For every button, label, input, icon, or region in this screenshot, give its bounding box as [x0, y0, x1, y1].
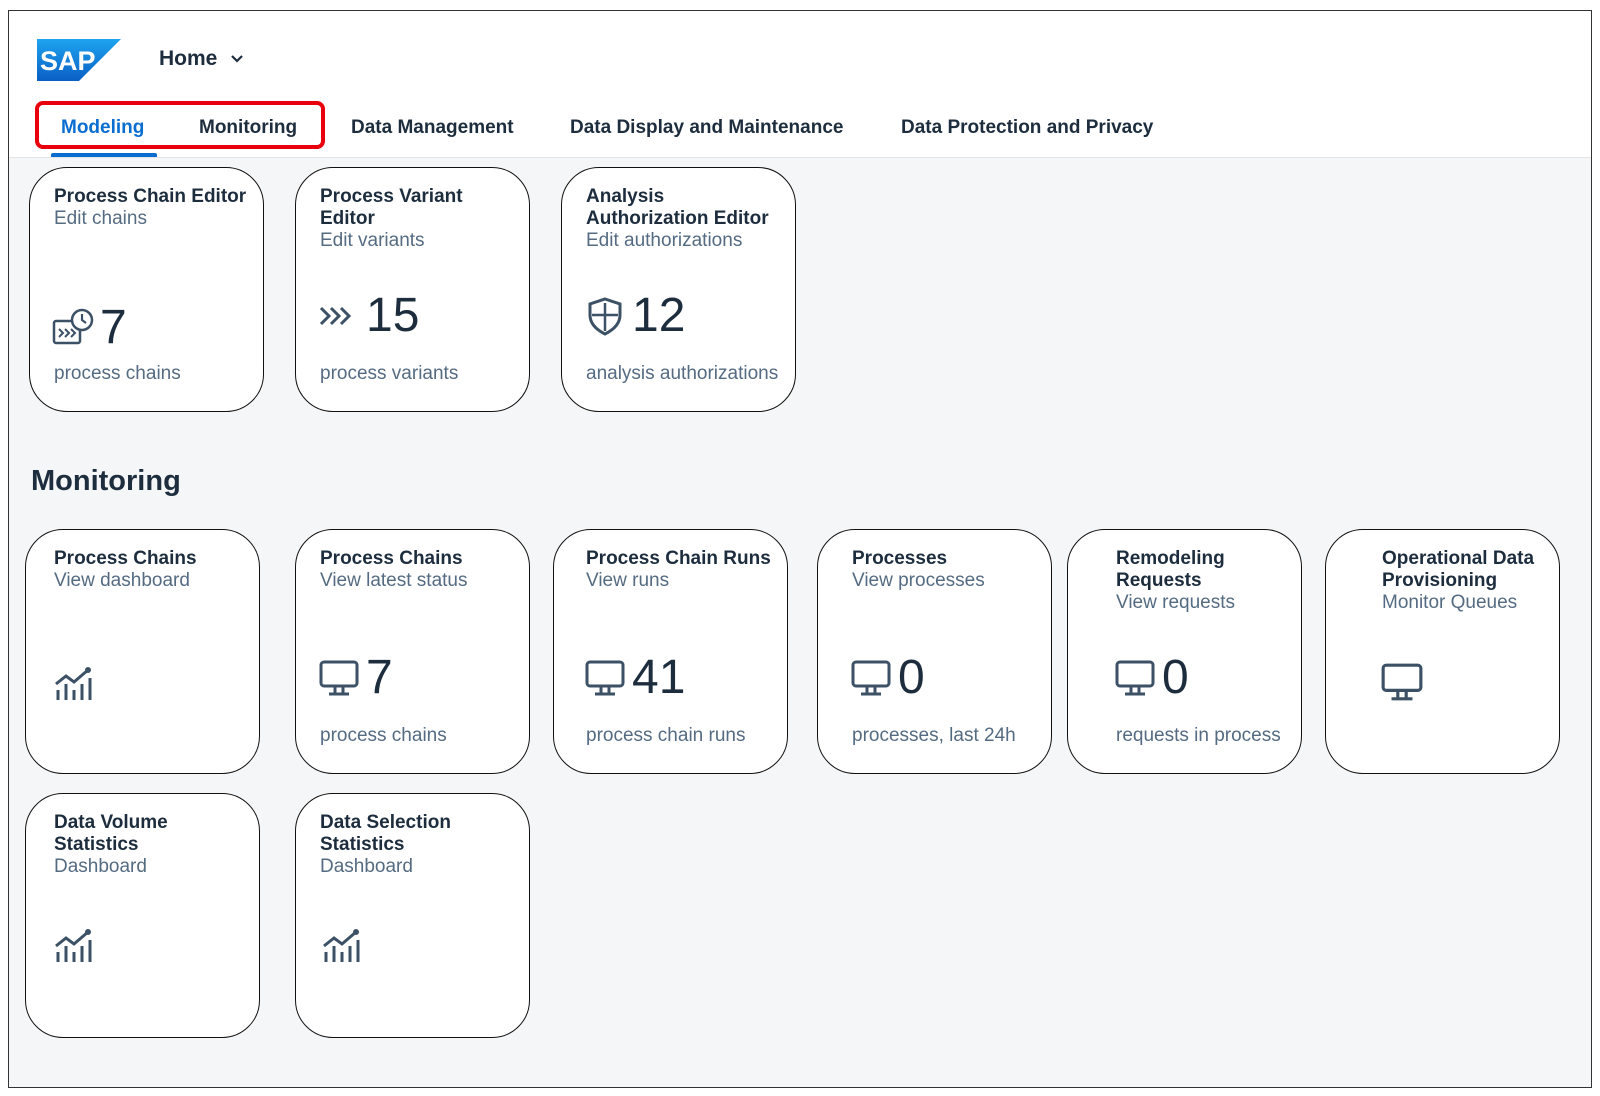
monitor-icon: [319, 660, 359, 696]
monitor-icon: [851, 660, 891, 696]
tile-subtitle: View dashboard: [54, 570, 190, 591]
tab-data-protection-privacy[interactable]: Data Protection and Privacy: [901, 117, 1153, 139]
tile-title: Operational Data Provisioning Monitor Qu…: [1382, 548, 1549, 614]
section-title-monitoring: Monitoring: [31, 465, 181, 497]
tile-subtitle: Edit variants: [320, 230, 425, 251]
tile-footer: process variants: [320, 363, 459, 384]
tile-kpi-value: 0: [898, 651, 925, 704]
tile-icon: [1380, 660, 1424, 709]
home-menu[interactable]: Home: [159, 47, 245, 71]
page-content: Process Chain Editor Edit chains 7 proce…: [9, 157, 1591, 1038]
tile-footer: process chain runs: [586, 725, 746, 746]
tile-icon: [52, 664, 96, 713]
tile-kpi: 7: [52, 304, 127, 352]
tab-data-display-maintenance[interactable]: Data Display and Maintenance: [570, 117, 843, 139]
tile-subtitle: Monitor Queues: [1382, 592, 1518, 613]
tile-kpi-value: 7: [366, 651, 393, 704]
tile-process-chains-status[interactable]: Process Chains View latest status 7 proc…: [295, 529, 530, 774]
tile-icon: [52, 926, 96, 975]
tile-title: Process Chain Runs View runs: [586, 548, 777, 592]
tile-data-volume-statistics[interactable]: Data Volume Statistics Dashboard: [25, 793, 260, 1038]
tile-subtitle: Dashboard: [54, 856, 147, 877]
trend-chart-icon: [323, 929, 360, 962]
process-chain-icon: [52, 308, 94, 345]
trend-chart-icon: [55, 929, 92, 962]
tile-process-variant-editor[interactable]: Process Variant Editor Edit variants 15 …: [295, 167, 530, 412]
tile-title: Process Chain Editor Edit chains: [54, 186, 253, 230]
tile-subtitle: Dashboard: [320, 856, 413, 877]
app-frame: SAP Home Modeling Monitoring Data Manage…: [8, 10, 1592, 1088]
svg-text:SAP: SAP: [40, 46, 96, 76]
tile-title: Process Chains View latest status: [320, 548, 519, 592]
tile-subtitle: View runs: [586, 570, 670, 591]
forward-arrows-icon: [319, 306, 352, 326]
tile-title: Process Chains View dashboard: [54, 548, 249, 592]
tile-footer: process chains: [320, 725, 447, 746]
tile-kpi-value: 15: [366, 289, 420, 342]
tile-title: Analysis Authorization Editor Edit autho…: [586, 186, 785, 252]
tile-subtitle: Edit chains: [54, 208, 147, 229]
shell-bar: SAP Home Modeling Monitoring Data Manage…: [9, 11, 1591, 158]
tile-process-chain-editor[interactable]: Process Chain Editor Edit chains 7 proce…: [29, 167, 264, 412]
chevron-down-icon: [231, 55, 244, 63]
tile-kpi: 15: [318, 292, 419, 340]
shield-icon: [588, 297, 622, 336]
tile-processes[interactable]: Processes View processes 0 processes, la…: [817, 529, 1052, 774]
tile-process-chain-runs[interactable]: Process Chain Runs View runs 41 process …: [553, 529, 788, 774]
tile-kpi-value: 12: [632, 289, 686, 342]
tile-kpi: 7: [318, 654, 393, 702]
tile-kpi-value: 0: [1162, 651, 1189, 704]
tile-kpi: 0: [1114, 654, 1189, 702]
tile-operational-data-provisioning[interactable]: Operational Data Provisioning Monitor Qu…: [1325, 529, 1560, 774]
tile-title: Data Volume Statistics Dashboard: [54, 812, 249, 878]
tile-kpi: 0: [850, 654, 925, 702]
monitor-icon: [1381, 663, 1423, 701]
tile-icon: [320, 926, 364, 975]
tile-kpi-value: 41: [632, 651, 686, 704]
tile-subtitle: View requests: [1116, 592, 1235, 613]
tile-data-selection-statistics[interactable]: Data Selection Statistics Dashboard: [295, 793, 530, 1038]
tile-footer: process chains: [54, 363, 181, 384]
trend-chart-icon: [55, 667, 92, 700]
tile-remodeling-requests[interactable]: Remodeling Requests View requests 0 requ…: [1067, 529, 1302, 774]
tile-subtitle: View latest status: [320, 570, 468, 591]
home-label: Home: [159, 47, 218, 70]
tile-subtitle: Edit authorizations: [586, 230, 743, 251]
tab-data-management[interactable]: Data Management: [351, 117, 514, 139]
tile-title: Process Variant Editor Edit variants: [320, 186, 519, 252]
tile-subtitle: View processes: [852, 570, 985, 591]
highlight-annotation: [35, 101, 325, 149]
tile-footer: analysis authorizations: [586, 363, 779, 384]
monitor-icon: [1115, 660, 1155, 696]
tile-process-chains-dashboard[interactable]: Process Chains View dashboard: [25, 529, 260, 774]
tile-kpi: 12: [584, 292, 685, 340]
tile-title: Data Selection Statistics Dashboard: [320, 812, 519, 878]
tile-kpi: 41: [584, 654, 685, 702]
sap-logo[interactable]: SAP: [37, 39, 121, 81]
tile-footer: requests in process: [1116, 725, 1281, 746]
tile-title: Remodeling Requests View requests: [1116, 548, 1291, 614]
tile-analysis-authorization-editor[interactable]: Analysis Authorization Editor Edit autho…: [561, 167, 796, 412]
tile-kpi-value: 7: [100, 301, 127, 354]
tile-title: Processes View processes: [852, 548, 1041, 592]
monitor-icon: [585, 660, 625, 696]
tile-footer: processes, last 24h: [852, 725, 1016, 746]
